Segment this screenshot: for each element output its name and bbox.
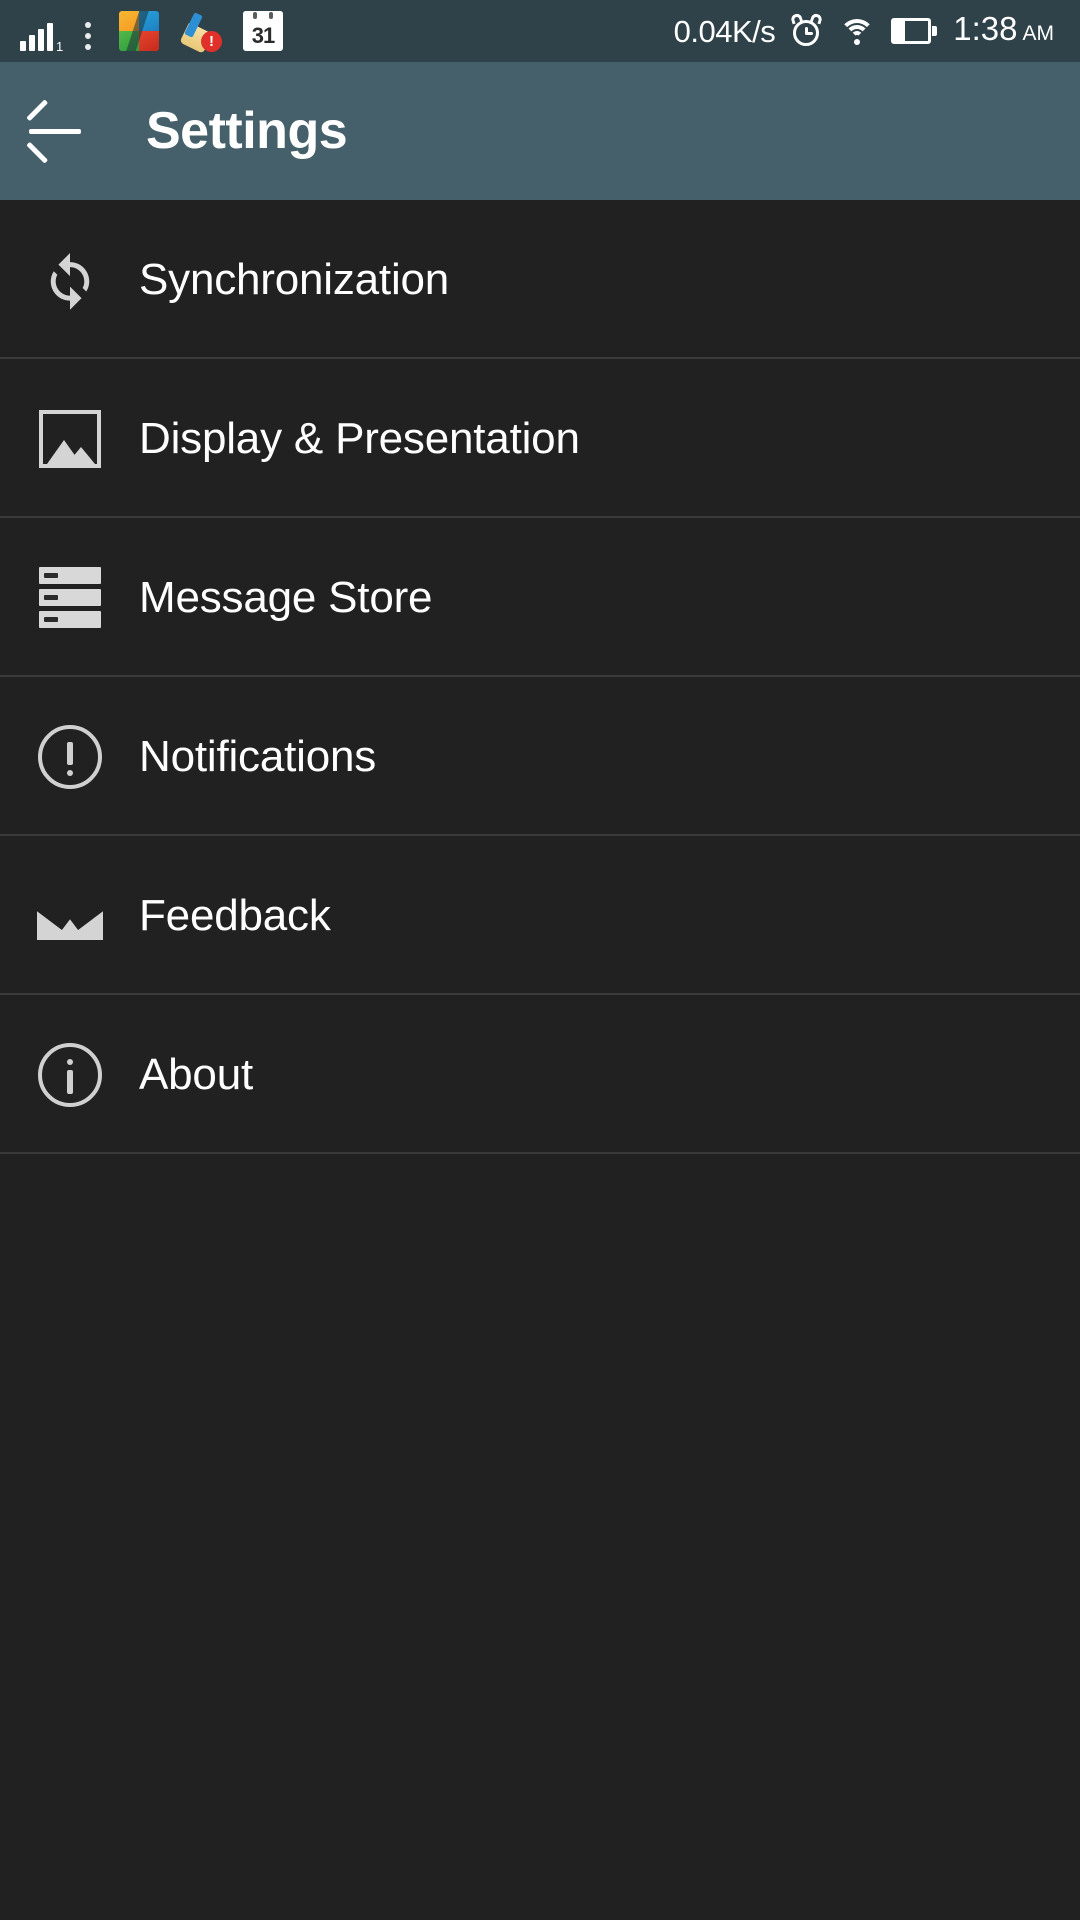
cleaner-app-icon: ! [179, 11, 222, 54]
status-bar: 1 ! 31 0.04K/s 1:38 AM [0, 0, 1080, 62]
wifi-icon [839, 16, 876, 46]
settings-item-label: Feedback [139, 890, 331, 940]
status-bar-right: 0.04K/s 1:38 AM [674, 12, 1054, 50]
clock-time: 1:38 [953, 10, 1018, 47]
signal-bars-icon: 1 [20, 21, 63, 53]
settings-item-synchronization[interactable]: Synchronization [0, 200, 1080, 359]
back-arrow-icon [26, 99, 83, 164]
calendar-icon: 31 [243, 11, 283, 51]
clock-ampm: AM [1022, 22, 1055, 45]
calendar-day-number: 31 [251, 23, 275, 48]
list-empty-area [0, 1154, 1080, 1920]
storage-stack-icon [0, 518, 139, 677]
exclamation-circle-icon [0, 677, 139, 836]
settings-item-display-presentation[interactable]: Display & Presentation [0, 359, 1080, 518]
settings-list: Synchronization Display & Presentation M… [0, 200, 1080, 1154]
page-title: Settings [146, 102, 348, 160]
settings-item-label: Synchronization [139, 254, 450, 304]
app-bar: Settings [0, 62, 1080, 200]
settings-screen: 1 ! 31 0.04K/s 1:38 AM Settings Synchron… [0, 0, 1080, 1920]
alarm-clock-icon [790, 12, 824, 48]
battery-icon [891, 18, 938, 44]
sync-icon [0, 200, 139, 359]
settings-item-message-store[interactable]: Message Store [0, 518, 1080, 677]
settings-item-about[interactable]: About [0, 995, 1080, 1154]
cleaner-badge: ! [201, 31, 222, 52]
settings-item-notifications[interactable]: Notifications [0, 677, 1080, 836]
back-button[interactable] [0, 62, 110, 200]
settings-item-label: Display & Presentation [139, 413, 580, 463]
vertical-dots-icon [85, 21, 91, 51]
settings-item-feedback[interactable]: Feedback [0, 836, 1080, 995]
archive-app-icon [119, 11, 159, 51]
settings-item-label: Message Store [139, 572, 433, 622]
envelope-icon [0, 836, 139, 995]
network-speed-text: 0.04K/s [673, 13, 776, 49]
info-circle-icon [0, 995, 139, 1154]
settings-item-label: Notifications [139, 731, 377, 781]
status-bar-clock: 1:38 AM [953, 12, 1054, 50]
image-icon [0, 359, 139, 518]
settings-item-label: About [139, 1049, 253, 1099]
status-bar-left: 1 ! 31 [14, 11, 283, 54]
